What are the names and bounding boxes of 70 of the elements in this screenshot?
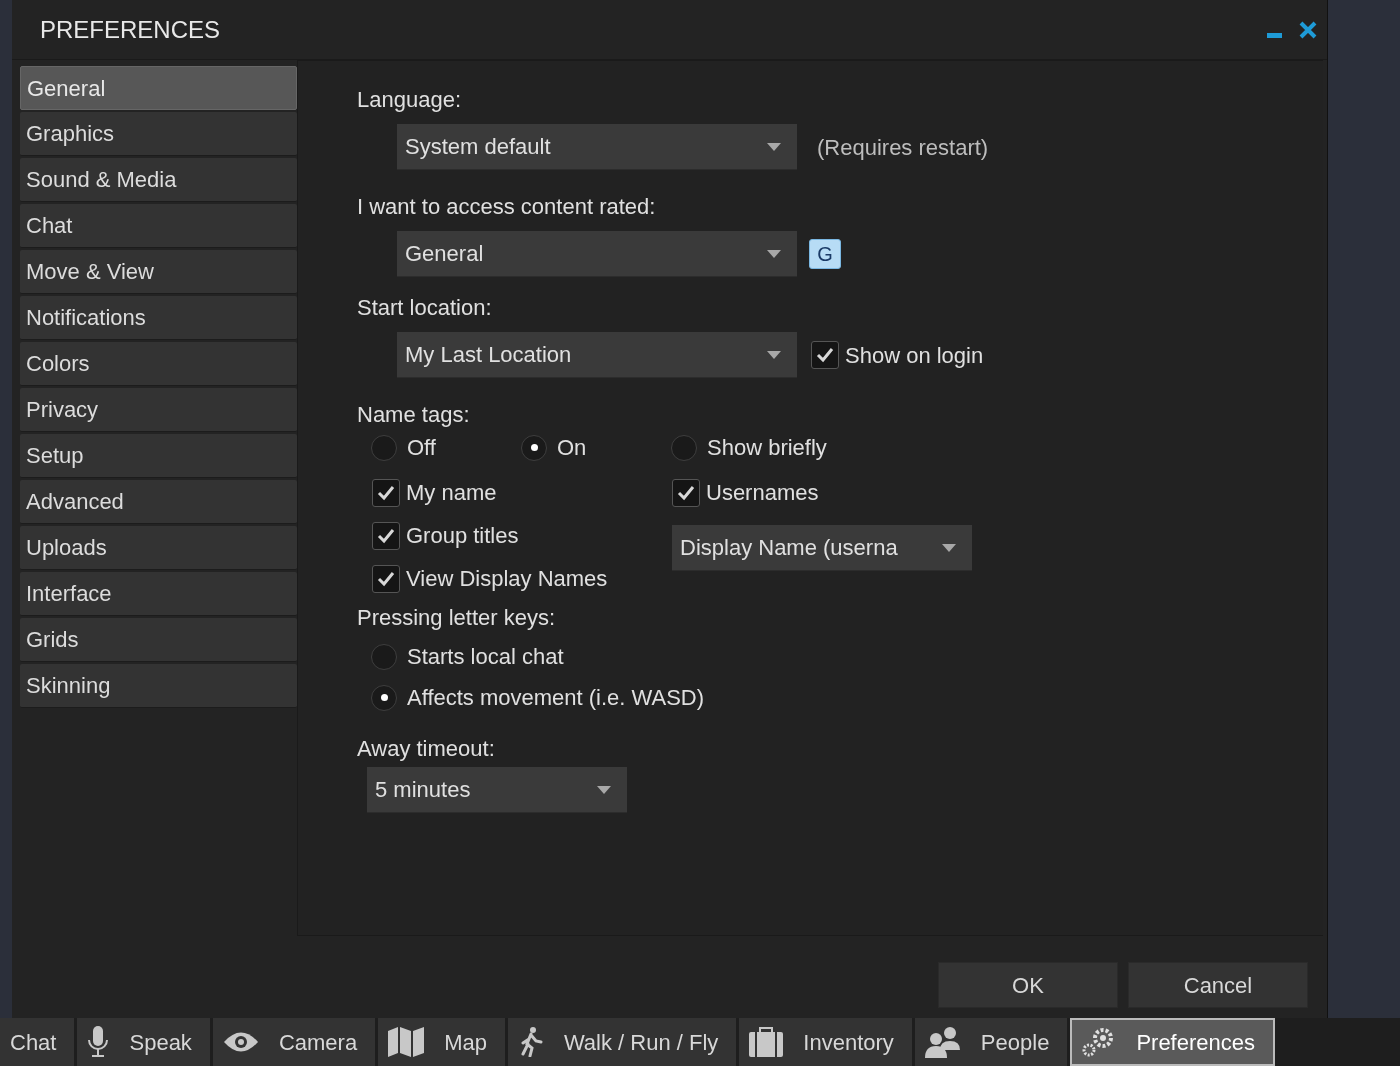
toolbar-button[interactable]: Map — [378, 1018, 505, 1066]
checkbox-label: Show on login — [845, 341, 984, 370]
field-label: I want to access content rated: — [357, 194, 656, 219]
sidebar-tab[interactable]: Notifications — [20, 296, 297, 340]
checkbox[interactable] — [372, 478, 400, 507]
sidebar-tab[interactable]: Grids — [20, 618, 297, 662]
field-label: Start location: — [357, 295, 492, 320]
sidebar-tab[interactable]: Interface — [20, 572, 297, 616]
restart-note: (Requires restart) — [817, 133, 989, 162]
sidebar-tab[interactable]: Skinning — [20, 664, 297, 708]
dropdown[interactable]: System default — [397, 124, 797, 170]
checkbox[interactable] — [811, 341, 839, 369]
toolbar-button[interactable]: Inventory — [739, 1018, 912, 1066]
radio-label: On — [557, 434, 587, 462]
radio-label: Off — [407, 434, 436, 462]
caret-icon — [942, 543, 956, 552]
microphone-icon — [87, 1026, 110, 1058]
checkbox-label: Group titles — [406, 522, 519, 550]
checkbox-label: View Display Names — [406, 565, 608, 593]
radio-button[interactable] — [371, 684, 397, 711]
checkbox[interactable] — [372, 564, 400, 593]
field-label: Pressing letter keys: — [357, 605, 556, 630]
sidebar-tab[interactable]: Privacy — [20, 388, 297, 432]
checkbox[interactable] — [372, 521, 400, 550]
checkbox[interactable] — [672, 478, 700, 507]
dropdown[interactable]: 5 minutes — [367, 767, 627, 813]
caret-icon — [767, 350, 781, 359]
people-icon — [924, 1026, 961, 1058]
close-button[interactable] — [1299, 20, 1317, 39]
radio-label: Affects movement (i.e. WASD) — [407, 684, 705, 712]
eye-icon — [222, 1031, 259, 1053]
sidebar-tab[interactable]: General — [20, 66, 297, 110]
caret-icon — [597, 785, 611, 794]
window-title: PREFERENCES — [40, 14, 221, 45]
dropdown[interactable]: Display Name (userna — [672, 525, 972, 571]
checkmark-icon — [815, 345, 835, 365]
toolbar-button[interactable]: Speak — [77, 1018, 210, 1066]
sidebar-tab[interactable]: Chat — [20, 204, 297, 248]
caret-icon — [767, 142, 781, 151]
field-label: Name tags: — [357, 402, 470, 427]
radio-label: Starts local chat — [407, 643, 564, 671]
field-label: Away timeout: — [357, 736, 495, 761]
dropdown[interactable]: General — [397, 231, 797, 277]
toolbar-button[interactable]: Chat — [0, 1018, 75, 1066]
sidebar-tab[interactable]: Graphics — [20, 112, 297, 156]
suitcase-icon — [749, 1027, 784, 1057]
dialog-button[interactable]: OK — [938, 962, 1118, 1008]
sidebar-tab[interactable]: Colors — [20, 342, 297, 386]
toolbar-button[interactable]: Walk / Run / Fly — [507, 1018, 737, 1066]
radio-label: Show briefly — [707, 434, 827, 462]
sidebar-tab[interactable]: Setup — [20, 434, 297, 478]
sidebar-tab[interactable]: Sound & Media — [20, 158, 297, 202]
dropdown[interactable]: My Last Location — [397, 332, 797, 378]
radio-button[interactable] — [671, 434, 697, 461]
checkbox-label: My name — [406, 479, 497, 507]
toolbar-button[interactable]: People — [914, 1018, 1068, 1066]
sidebar-tab[interactable]: Advanced — [20, 480, 297, 524]
toolbar-button[interactable]: Camera — [212, 1018, 376, 1066]
toolbar-button[interactable]: Preferences — [1070, 1018, 1275, 1066]
radio-button[interactable] — [371, 643, 397, 670]
field-label: Language: — [357, 86, 462, 114]
map-icon — [388, 1027, 425, 1057]
radio-button[interactable] — [521, 434, 547, 461]
caret-icon — [767, 249, 781, 258]
dialog-button[interactable]: Cancel — [1128, 962, 1308, 1008]
sidebar-tab[interactable]: Uploads — [20, 526, 297, 570]
radio-button[interactable] — [371, 434, 397, 461]
sidebar-tab[interactable]: Move & View — [20, 250, 297, 294]
rating-badge: G — [809, 239, 841, 269]
checkbox-label: Usernames — [706, 479, 819, 507]
